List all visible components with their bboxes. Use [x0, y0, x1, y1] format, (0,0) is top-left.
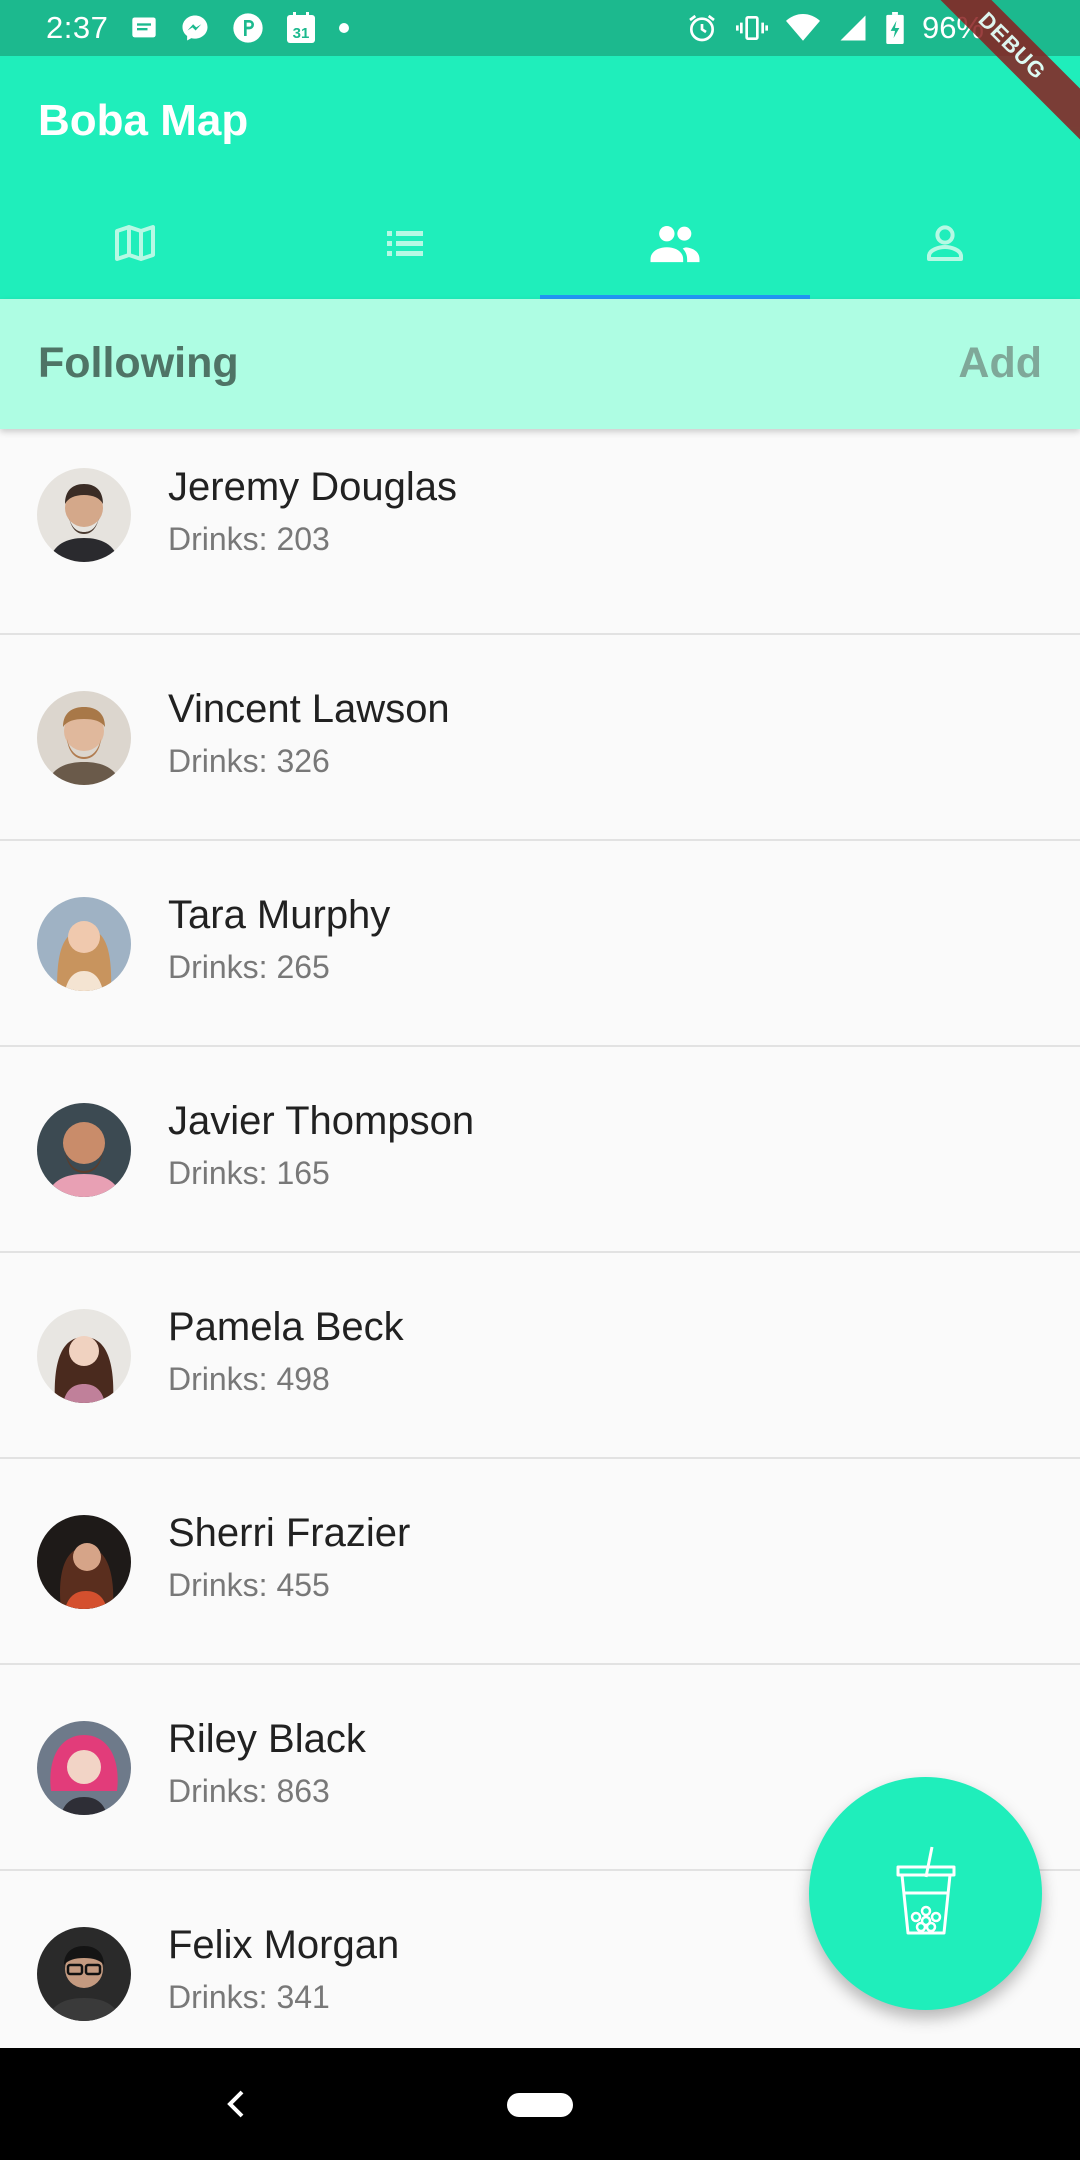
people-icon — [647, 215, 703, 276]
avatar — [37, 897, 131, 991]
following-title: Following — [38, 339, 239, 387]
tab-map[interactable] — [0, 192, 270, 299]
list-icon — [381, 219, 429, 272]
calendar-icon: 31 — [286, 12, 316, 44]
user-name: Javier Thompson — [168, 1099, 475, 1143]
following-header: Following Add — [0, 299, 1080, 429]
drink-count: Drinks: 265 — [168, 949, 330, 985]
drink-count: Drinks: 455 — [168, 1567, 330, 1603]
user-name: Felix Morgan — [168, 1923, 400, 1967]
list-item[interactable]: Vincent Lawson Drinks: 326 — [0, 635, 1080, 841]
avatar — [37, 1721, 131, 1815]
drink-count: Drinks: 326 — [168, 743, 330, 779]
avatar — [37, 1515, 131, 1609]
message-icon — [130, 14, 158, 42]
tab-people[interactable] — [540, 192, 810, 299]
avatar — [37, 1309, 131, 1403]
svg-text:31: 31 — [293, 25, 310, 42]
boba-cup-icon — [894, 1843, 958, 1944]
tab-bar — [0, 192, 1080, 299]
back-icon[interactable] — [222, 2084, 250, 2129]
user-name: Pamela Beck — [168, 1305, 404, 1349]
battery-icon — [886, 12, 904, 44]
avatar — [37, 468, 131, 562]
user-name: Riley Black — [168, 1717, 366, 1761]
status-time: 2:37 — [46, 10, 109, 45]
tab-list[interactable] — [270, 192, 540, 299]
home-button[interactable] — [507, 2093, 573, 2117]
vibrate-icon — [735, 12, 768, 44]
avatar — [37, 691, 131, 785]
user-name: Vincent Lawson — [168, 687, 450, 731]
person-icon — [921, 219, 969, 272]
parking-icon — [232, 12, 264, 44]
app-bar: Boba Map — [0, 56, 1080, 299]
list-item[interactable]: Pamela Beck Drinks: 498 — [0, 1253, 1080, 1459]
map-icon — [111, 219, 159, 272]
dot-icon — [338, 22, 350, 34]
list-item[interactable]: Jeremy Douglas Drinks: 203 — [0, 429, 1080, 635]
list-item[interactable]: Tara Murphy Drinks: 265 — [0, 841, 1080, 1047]
user-name: Jeremy Douglas — [168, 465, 458, 509]
messenger-icon — [180, 13, 210, 43]
signal-icon — [838, 13, 868, 43]
add-drink-button[interactable] — [809, 1777, 1042, 2010]
list-item[interactable]: Sherri Frazier Drinks: 455 — [0, 1459, 1080, 1665]
drink-count: Drinks: 203 — [168, 521, 330, 557]
system-nav-bar — [0, 2048, 1080, 2160]
user-name: Tara Murphy — [168, 893, 391, 937]
avatar — [37, 1927, 131, 2021]
app-title: Boba Map — [38, 96, 249, 145]
wifi-icon — [785, 13, 820, 43]
user-name: Sherri Frazier — [168, 1511, 411, 1555]
avatar — [37, 1103, 131, 1197]
drink-count: Drinks: 863 — [168, 1773, 330, 1809]
list-item[interactable]: Javier Thompson Drinks: 165 — [0, 1047, 1080, 1253]
drink-count: Drinks: 341 — [168, 1979, 330, 2015]
drink-count: Drinks: 498 — [168, 1361, 330, 1397]
tab-profile[interactable] — [810, 192, 1080, 299]
status-bar: 2:37 31 96% — [0, 0, 1080, 56]
add-button[interactable]: Add — [958, 339, 1042, 388]
drink-count: Drinks: 165 — [168, 1155, 330, 1191]
alarm-icon — [686, 12, 718, 44]
